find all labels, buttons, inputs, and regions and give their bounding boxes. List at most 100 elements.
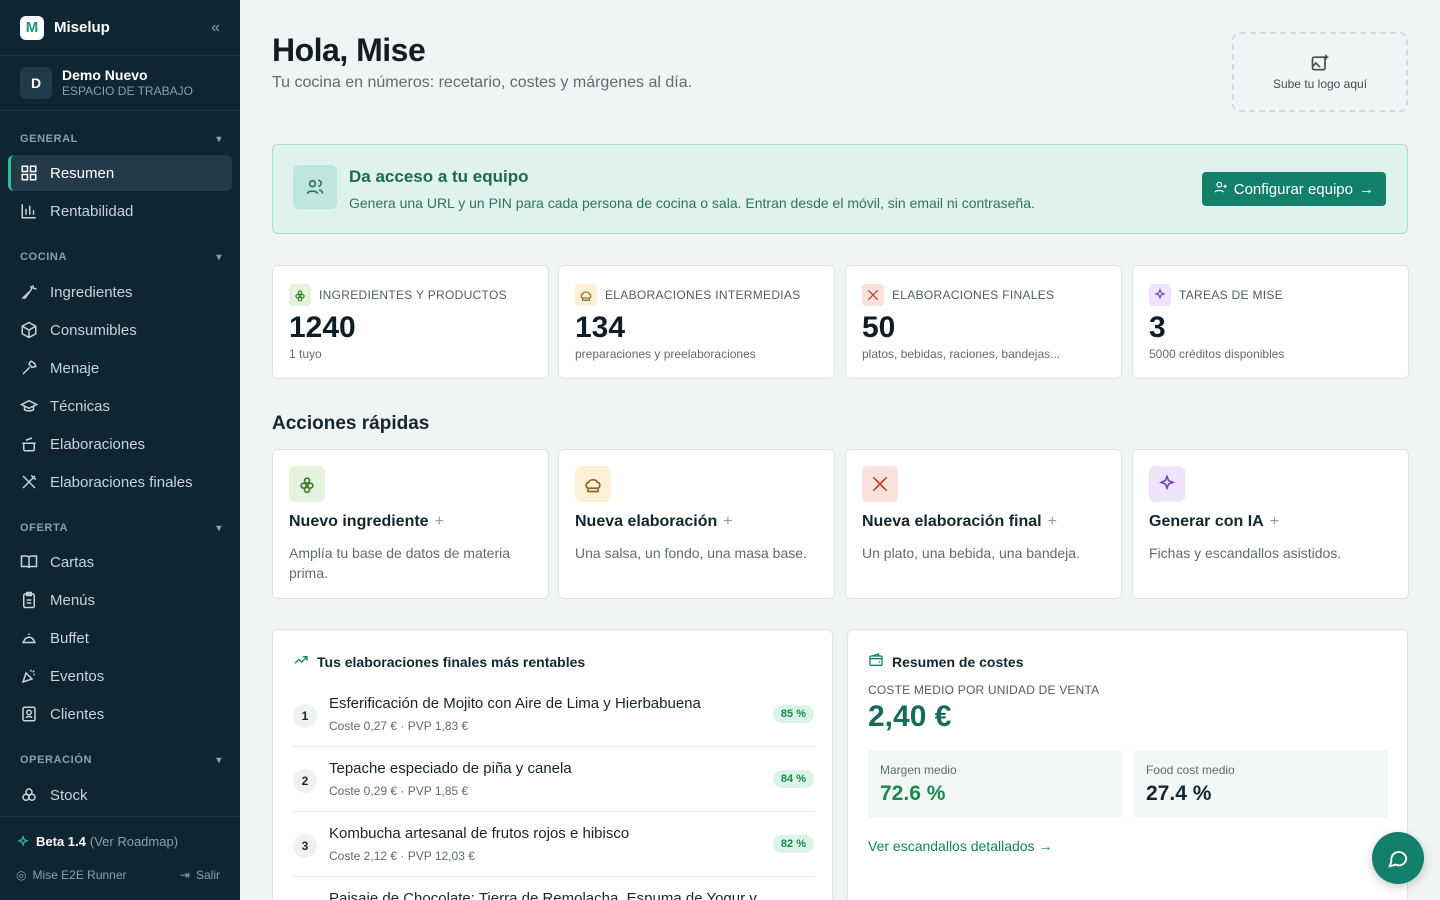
image-plus-icon <box>1311 54 1329 71</box>
quick-action-generar-ia[interactable]: Generar con IA + Fichas y escandallos asi… <box>1132 449 1409 599</box>
section-oferta[interactable]: OFERTA ▾ <box>20 520 222 536</box>
sidebar-item-menaje[interactable]: Menaje <box>8 350 232 386</box>
sidebar-footer: Beta 1.4 (Ver Roadmap) ◎ Mise E2E Runner … <box>0 816 240 900</box>
margin-badge: 84 % <box>772 770 814 788</box>
sidebar-item-consumibles[interactable]: Consumibles <box>8 312 232 348</box>
margin-badge: 82 % <box>772 835 814 853</box>
table-row[interactable]: 3 Kombucha artesanal de frutos rojos e h… <box>293 812 814 877</box>
stat-card-elaboraciones-finales[interactable]: ELABORACIONES FINALES 50 platos, bebidas… <box>845 265 1122 379</box>
section-label: OFERTA <box>20 522 69 534</box>
quick-action-title: Nueva elaboración final <box>862 513 1042 530</box>
sidebar-item-buffet[interactable]: Buffet <box>8 620 232 656</box>
rank-name: Esferificación de Mojito con Aire de Lim… <box>329 695 701 712</box>
sidebar-item-eventos[interactable]: Eventos <box>8 658 232 694</box>
sidebar-item-ingredientes[interactable]: Ingredientes <box>8 274 232 310</box>
sidebar-item-menus[interactable]: Menús <box>8 582 232 618</box>
stat-label: INGREDIENTES Y PRODUCTOS <box>319 288 507 302</box>
quick-actions-title: Acciones rápidas <box>272 413 430 434</box>
stat-card-tareas-mise[interactable]: TAREAS DE MISE 3 5000 créditos disponibl… <box>1132 265 1409 379</box>
party-popper-icon <box>21 669 35 684</box>
user-name: Mise E2E Runner <box>32 868 127 882</box>
sidebar-item-cartas[interactable]: Cartas <box>8 544 232 580</box>
sidebar-item-rentabilidad[interactable]: Rentabilidad <box>8 193 232 229</box>
users-icon <box>293 165 337 209</box>
table-row[interactable]: 2 Tepache especiado de piña y canela Cos… <box>293 747 814 812</box>
section-general[interactable]: GENERAL ▾ <box>20 131 222 147</box>
sidebar: M Miselup « D Demo Nuevo ESPACIO DE TRAB… <box>0 0 240 900</box>
sidebar-item-elaboraciones[interactable]: Elaboraciones <box>8 426 232 462</box>
sidebar-item-label: Eventos <box>50 667 105 685</box>
quick-action-nueva-elaboracion[interactable]: Nueva elaboración + Una salsa, un fondo, … <box>558 449 835 599</box>
clipboard-icon <box>23 591 35 609</box>
stat-card-elaboraciones-intermedias[interactable]: ELABORACIONES INTERMEDIAS 134 preparacio… <box>558 265 835 379</box>
section-operacion[interactable]: OPERACIÓN ▾ <box>20 752 222 768</box>
sidebar-item-stock[interactable]: Stock <box>8 777 232 813</box>
quick-action-nueva-elaboracion-final[interactable]: Nueva elaboración final + Un plato, una b… <box>845 449 1122 599</box>
avg-margin-label: Margen medio <box>880 763 957 777</box>
sidebar-item-label: Consumibles <box>50 321 137 339</box>
boxes-icon <box>22 788 36 801</box>
detailed-costs-label: Ver escandallos detallados <box>868 838 1035 854</box>
box-icon <box>21 321 37 339</box>
wallet-icon <box>868 652 884 671</box>
sidebar-item-clientes[interactable]: Clientes <box>8 696 232 732</box>
top-profitable-panel: Tus elaboraciones finales más rentables … <box>272 629 833 900</box>
food-cost-label: Food cost medio <box>1146 763 1235 777</box>
carrot-icon <box>21 285 37 300</box>
detailed-costs-link[interactable]: Ver escandallos detallados → <box>868 838 1052 854</box>
workspace-switcher[interactable]: D Demo Nuevo ESPACIO DE TRABAJO <box>0 56 240 111</box>
chat-button[interactable] <box>1372 832 1424 884</box>
logout-button[interactable]: ⇥ Salir <box>180 868 220 882</box>
chef-hat-icon <box>575 284 597 306</box>
stat-card-ingredientes[interactable]: INGREDIENTES Y PRODUCTOS 1240 1 tuyo <box>272 265 549 379</box>
app-logo: M <box>20 15 44 40</box>
quick-action-nuevo-ingrediente[interactable]: Nuevo ingrediente + Amplía tu base de dat… <box>272 449 549 599</box>
stat-sub: preparaciones y preelaboraciones <box>575 347 756 361</box>
avg-cost-label: COSTE MEDIO POR UNIDAD DE VENTA <box>868 683 1100 697</box>
plus-icon: + <box>434 513 444 530</box>
current-user[interactable]: ◎ Mise E2E Runner <box>16 868 127 882</box>
margin-badge: 85 % <box>772 705 814 723</box>
section-cocina[interactable]: COCINA ▾ <box>20 249 222 265</box>
rank-detail: Coste 0,27 € · PVP 1,83 € <box>329 719 469 733</box>
collapse-sidebar-icon[interactable]: « <box>211 19 220 37</box>
bar-chart-icon <box>21 204 36 219</box>
user-circle-icon: ◎ <box>16 868 27 882</box>
sidebar-item-label: Buffet <box>50 629 89 647</box>
cost-summary-panel: Resumen de costes COSTE MEDIO POR UNIDAD… <box>847 629 1408 900</box>
book-open-icon <box>20 555 38 569</box>
rank-detail: Coste 2,12 € · PVP 12,03 € <box>329 849 475 863</box>
stat-sub: 5000 créditos disponibles <box>1149 347 1285 361</box>
stat-label: TAREAS DE MISE <box>1179 288 1283 302</box>
sparkles-icon <box>1149 284 1171 306</box>
sidebar-item-resumen[interactable]: Resumen <box>8 155 232 191</box>
main-content: Hola, Mise Tu cocina en números: recetar… <box>240 0 1440 900</box>
table-row[interactable]: 1 Esferificación de Mojito con Aire de L… <box>293 682 814 747</box>
roadmap-link[interactable]: (Ver Roadmap) <box>90 834 178 849</box>
arrow-right-icon: → <box>1038 838 1053 854</box>
beta-badge[interactable]: Beta 1.4 (Ver Roadmap) <box>16 834 178 849</box>
sidebar-item-label: Rentabilidad <box>50 202 134 220</box>
quick-action-desc: Un plato, una bebida, una bandeja. <box>862 545 1080 561</box>
grapes-icon <box>289 284 311 306</box>
rank-number: 3 <box>293 834 317 858</box>
stat-value: 50 <box>862 311 896 344</box>
sidebar-item-tecnicas[interactable]: Técnicas <box>8 388 232 424</box>
rank-name: Kombucha artesanal de frutos rojos e hib… <box>329 825 630 842</box>
rank-name: Tepache especiado de piña y canela <box>329 760 572 777</box>
configure-team-button[interactable]: Configurar equipo → <box>1201 172 1386 206</box>
sidebar-item-elaboraciones-finales[interactable]: Elaboraciones finales <box>8 464 232 500</box>
chevron-down-icon: ▾ <box>216 754 222 766</box>
app-name: Miselup <box>54 19 110 36</box>
logo-upload-area[interactable]: Sube tu logo aquí <box>1232 32 1408 112</box>
trending-up-icon <box>293 652 309 671</box>
arrow-right-icon: → <box>1359 180 1374 198</box>
message-circle-icon <box>1388 851 1408 868</box>
section-label: GENERAL <box>20 133 78 145</box>
table-row[interactable]: Paisaje de Chocolate: Tierra de Remolach… <box>293 877 814 900</box>
quick-action-desc: Una salsa, un fondo, una masa base. <box>575 545 807 561</box>
beta-version: Beta 1.4 <box>36 834 86 849</box>
cloche-icon <box>22 633 36 644</box>
stat-value: 134 <box>575 311 626 344</box>
sidebar-item-label: Resumen <box>50 164 115 182</box>
